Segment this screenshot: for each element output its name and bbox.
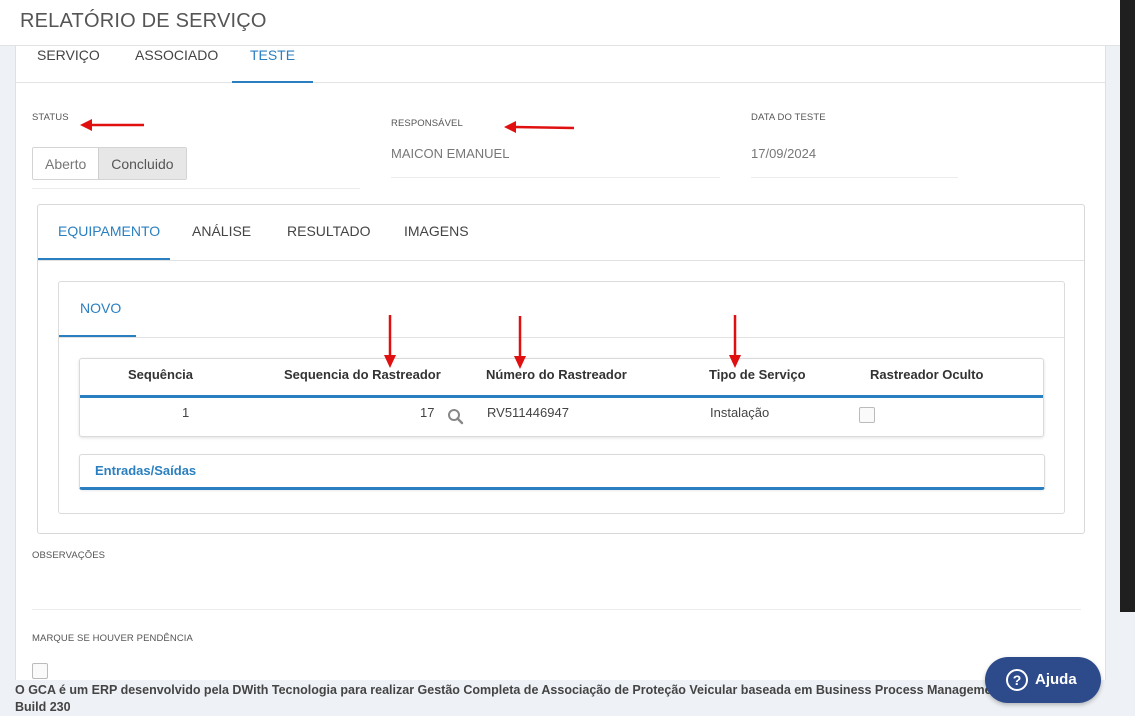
footer-text: O GCA é um ERP desenvolvido pela DWith T… <box>15 683 1082 714</box>
rastreador-grid: Sequência Sequencia do Rastreador Número… <box>79 358 1044 437</box>
col-header-rastreador-oculto: Rastreador Oculto <box>870 367 984 382</box>
observacoes-field[interactable] <box>32 609 1081 610</box>
scrollbar[interactable] <box>1120 0 1135 612</box>
annotation-arrow-numero-rastreador <box>514 316 526 369</box>
data-teste-value: 17/09/2024 <box>751 146 817 161</box>
search-icon[interactable] <box>447 408 464 425</box>
equipamento-box: EQUIPAMENTO ANÁLISE RESULTADO IMAGENS NO… <box>37 204 1085 534</box>
status-underline <box>32 188 360 189</box>
tab-novo[interactable]: NOVO <box>80 300 121 316</box>
col-header-sequencia-rastreador: Sequencia do Rastreador <box>284 367 441 382</box>
page-title: RELATÓRIO DE SERVIÇO <box>20 10 267 32</box>
status-toggle: Aberto Concluido <box>32 147 187 180</box>
cell-sequencia: 1 <box>182 405 190 420</box>
rastreador-oculto-checkbox[interactable] <box>859 407 875 423</box>
col-header-tipo-servico: Tipo de Serviço <box>709 367 806 382</box>
data-teste-underline <box>751 177 958 178</box>
main-panel: SERVIÇO ASSOCIADO TESTE STATUS Aberto Co… <box>15 46 1106 680</box>
status-option-concluido[interactable]: Concluido <box>98 148 186 179</box>
tab-novo-underline <box>59 335 136 337</box>
status-option-aberto[interactable]: Aberto <box>33 148 99 179</box>
help-button[interactable]: ? Ajuda <box>985 657 1101 703</box>
pendencia-label: MARQUE SE HOUVER PENDÊNCIA <box>32 633 193 644</box>
top-tabs: SERVIÇO ASSOCIADO TESTE <box>16 46 1105 83</box>
help-button-label: Ajuda <box>1035 671 1077 688</box>
annotation-arrow-sequencia-rastreador <box>384 315 396 368</box>
annotation-arrow-status <box>80 119 144 131</box>
tab-associado[interactable]: ASSOCIADO <box>135 46 218 83</box>
tab-teste[interactable]: TESTE <box>232 46 313 83</box>
tab-resultado[interactable]: RESULTADO <box>287 223 371 239</box>
entradas-saidas-panel[interactable]: Entradas/Saídas <box>79 454 1045 490</box>
col-header-numero-rastreador: Número do Rastreador <box>486 367 627 382</box>
pendencia-checkbox[interactable] <box>32 663 48 679</box>
col-header-sequencia: Sequência <box>128 367 194 382</box>
responsavel-value: MAICON EMANUEL <box>391 146 510 161</box>
tab-equipamento[interactable]: EQUIPAMENTO <box>58 223 160 239</box>
annotation-arrow-tipo-servico <box>729 315 741 368</box>
tab-equipamento-underline <box>38 258 170 260</box>
tab-imagens[interactable]: IMAGENS <box>404 223 469 239</box>
title-bar: RELATÓRIO DE SERVIÇO <box>0 0 1120 46</box>
annotation-arrow-responsavel <box>504 121 575 133</box>
cell-tipo-servico: Instalação <box>710 405 770 420</box>
observacoes-label: OBSERVAÇÕES <box>32 550 106 561</box>
footer: O GCA é um ERP desenvolvido pela DWith T… <box>0 680 1135 716</box>
inner-tabs: EQUIPAMENTO ANÁLISE RESULTADO IMAGENS <box>38 205 1084 261</box>
responsavel-label: RESPONSÁVEL <box>391 118 463 129</box>
entradas-saidas-label: Entradas/Saídas <box>95 463 197 478</box>
tab-analise[interactable]: ANÁLISE <box>192 223 251 239</box>
cell-numero-rastreador: RV511446947 <box>487 405 569 420</box>
responsavel-underline <box>391 177 720 178</box>
novo-box: NOVO Sequência Sequencia do Rastreador N… <box>58 281 1065 514</box>
tab-servico[interactable]: SERVIÇO <box>37 46 100 83</box>
status-label: STATUS <box>32 112 69 123</box>
data-teste-label: DATA DO TESTE <box>751 112 826 123</box>
question-circle-icon: ? <box>1006 669 1028 691</box>
cell-sequencia-rastreador: 17 <box>420 405 435 420</box>
grid-header-line <box>80 395 1043 398</box>
novo-tab-bar: NOVO <box>59 282 1064 338</box>
